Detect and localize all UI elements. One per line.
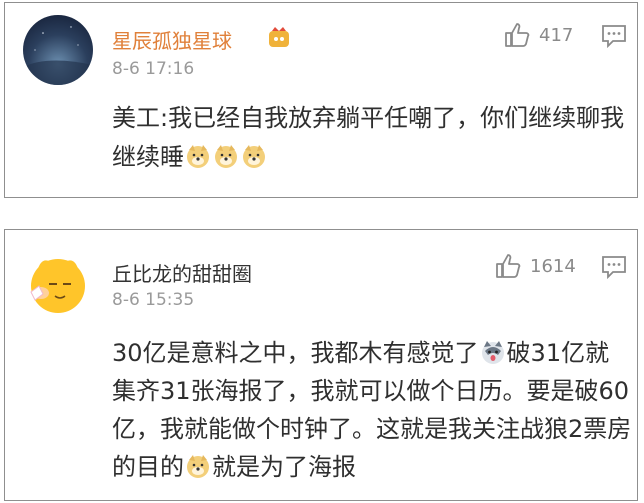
doge-emoji [243, 145, 265, 168]
comment-time: 8-6 17:16 [112, 59, 195, 79]
like-button[interactable]: 1614 [494, 252, 576, 280]
comment-time: 8-6 15:35 [112, 290, 195, 310]
comment-icon[interactable] [600, 23, 628, 49]
husky-emoji [481, 341, 504, 364]
like-button[interactable]: 417 [503, 21, 573, 49]
avatar[interactable] [23, 15, 93, 85]
like-count: 1614 [530, 255, 576, 277]
crown-badge-icon [269, 27, 289, 47]
comment-icon[interactable] [600, 254, 628, 280]
username[interactable]: 星辰孤独星球 [112, 25, 232, 54]
thumbs-up-icon [505, 23, 530, 47]
comment-text: 30亿是意料之中，我都木有感觉了 破31亿就集齐31张海报了，我就可以做个日历。… [112, 339, 632, 481]
doge-emoji [187, 455, 209, 478]
comment-card: 星辰孤独星球 8-6 17:16 417 美工:我已经自我放弃躺平任嘲了，你们继… [4, 2, 638, 198]
username[interactable]: 丘比龙的甜甜圈 [112, 258, 252, 287]
thumbs-up-icon [496, 254, 521, 278]
like-count: 417 [539, 24, 574, 46]
comment-text: 美工:我已经自我放弃躺平任嘲了，你们继续聊我继续睡 [112, 104, 625, 171]
doge-emoji [215, 145, 237, 168]
doge-emoji [187, 145, 209, 168]
avatar[interactable] [23, 246, 93, 316]
comment-card: 丘比龙的甜甜圈 8-6 15:35 1614 30亿是意料之中，我都木有感觉了 … [4, 229, 638, 501]
